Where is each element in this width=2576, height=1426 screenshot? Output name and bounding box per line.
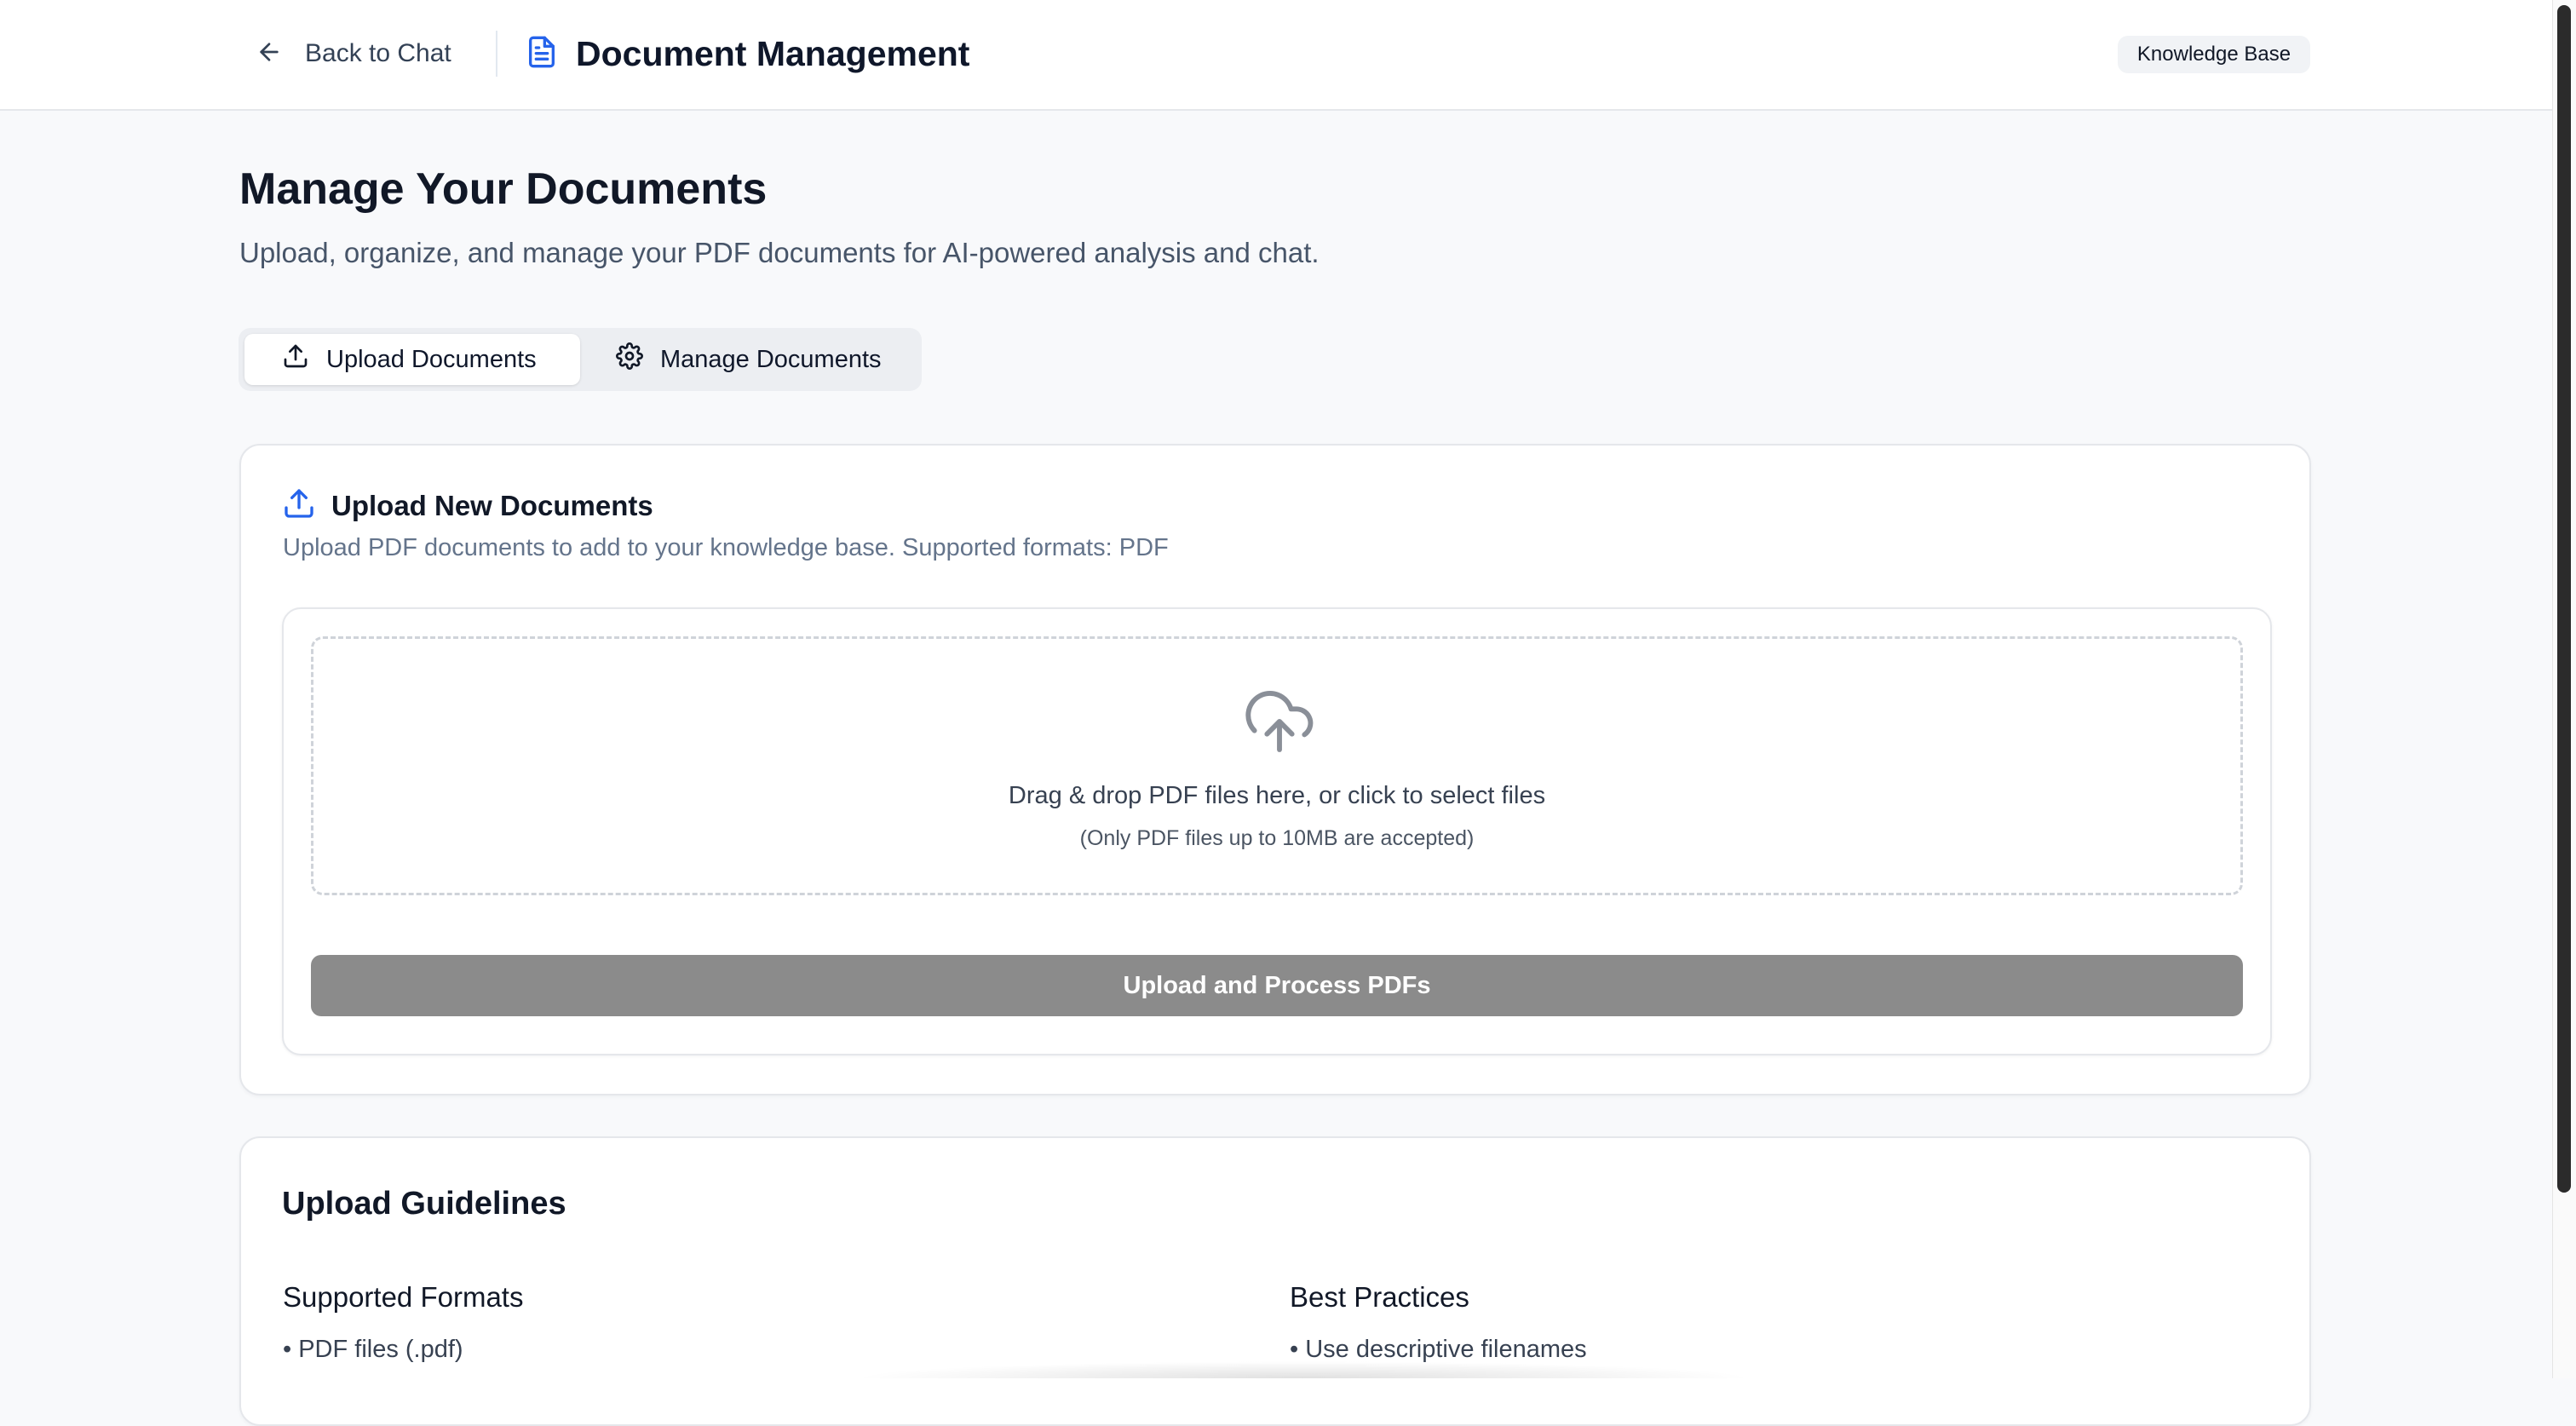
upload-card: Upload New Documents Upload PDF document… [239, 444, 2311, 1095]
dropzone-note: (Only PDF files up to 10MB are accepted) [1079, 826, 1475, 850]
upload-card-header: Upload New Documents [282, 486, 653, 525]
section-subtitle: Upload, organize, and manage your PDF do… [239, 237, 1320, 268]
tab-label: Manage Documents [660, 345, 882, 373]
section-heading: Manage Your Documents [239, 164, 768, 214]
tab-manage-documents[interactable]: Manage Documents [590, 334, 916, 385]
supported-formats-heading: Supported Formats [283, 1281, 524, 1313]
list-item: • PDF files (.pdf) [283, 1336, 463, 1363]
upload-and-process-button[interactable]: Upload and Process PDFs [311, 955, 2243, 1016]
guidelines-title: Upload Guidelines [282, 1186, 566, 1222]
upload-icon [282, 342, 309, 377]
best-practices-heading: Best Practices [1290, 1281, 1469, 1313]
scrollbar-thumb[interactable] [2557, 5, 2571, 1193]
cloud-upload-icon [1242, 681, 1317, 762]
back-to-chat-button[interactable]: Back to Chat [247, 29, 462, 78]
header-title-group: Document Management [525, 26, 969, 82]
file-text-icon [525, 35, 559, 73]
knowledge-base-badge: Knowledge Base [2118, 36, 2310, 73]
guidelines-card: Upload Guidelines Supported Formats • PD… [239, 1136, 2311, 1426]
dropzone-instruction: Drag & drop PDF files here, or click to … [1008, 782, 1546, 809]
upload-icon [282, 486, 316, 525]
back-to-chat-label: Back to Chat [305, 39, 451, 67]
header-divider [496, 31, 497, 77]
upload-form: Drag & drop PDF files here, or click to … [282, 607, 2272, 1055]
tab-label: Upload Documents [326, 345, 537, 373]
gear-icon [616, 342, 643, 377]
upload-card-description: Upload PDF documents to add to your know… [283, 534, 1169, 561]
file-dropzone[interactable]: Drag & drop PDF files here, or click to … [311, 636, 2243, 895]
tab-list: Upload Documents Manage Documents [239, 328, 922, 391]
tab-upload-documents[interactable]: Upload Documents [244, 334, 580, 385]
top-header: Back to Chat Document Management Knowled… [0, 0, 2552, 111]
list-item: • Use descriptive filenames [1290, 1336, 1587, 1363]
page-title: Document Management [576, 33, 970, 73]
arrow-left-icon [256, 38, 283, 70]
upload-card-title: Upload New Documents [331, 489, 653, 521]
